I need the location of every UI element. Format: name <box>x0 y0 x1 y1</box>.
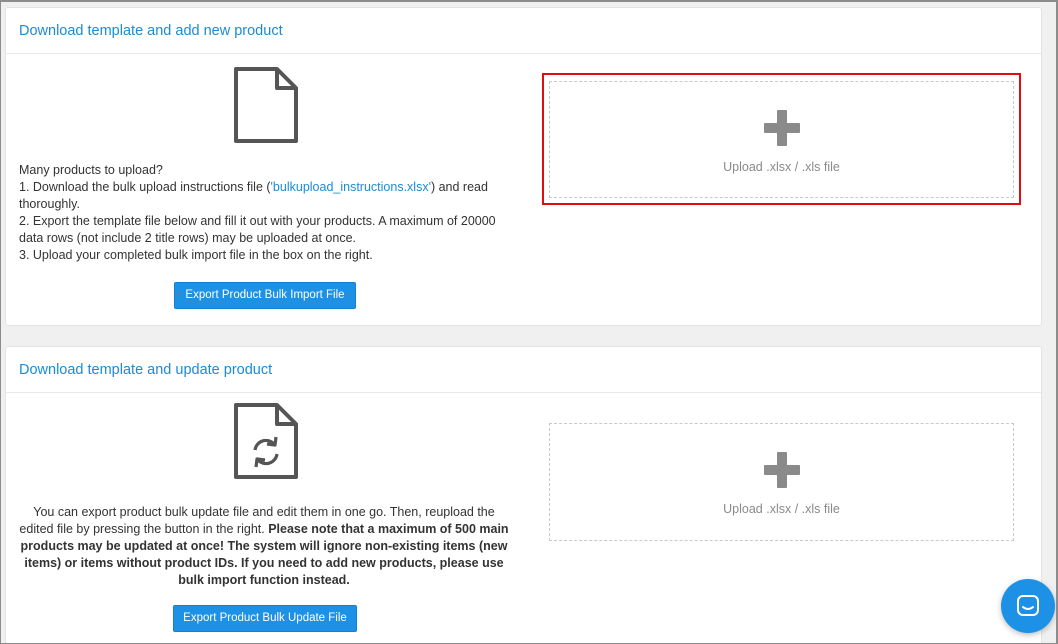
chat-icon <box>1017 595 1039 616</box>
update-product-upload-dropzone[interactable]: Upload .xlsx / .xls file <box>549 423 1014 541</box>
instructions-file-link[interactable]: 'bulkupload_instructions.xlsx' <box>271 180 431 194</box>
step-3: 3. Upload your completed bulk import fil… <box>19 248 373 262</box>
plus-icon <box>764 452 800 488</box>
file-refresh-icon <box>234 403 298 479</box>
update-product-title: Download template and update product <box>19 362 273 378</box>
step-2: 2. Export the template file below and fi… <box>19 214 496 245</box>
step-1: 1. Download the bulk upload instructions… <box>19 180 488 211</box>
update-product-description: You can export product bulk update file … <box>19 504 509 589</box>
new-product-upload-dropzone[interactable]: Upload .xlsx / .xls file <box>549 81 1014 198</box>
chat-button[interactable] <box>1001 579 1055 633</box>
update-product-header: Download template and update product <box>6 347 1041 393</box>
upload-label: Upload .xlsx / .xls file <box>723 502 840 516</box>
add-product-header: Download template and add new product <box>6 8 1041 54</box>
intro-text: Many products to upload? <box>19 163 163 177</box>
plus-icon <box>764 110 800 146</box>
add-product-instructions: Many products to upload? 1. Download the… <box>19 162 509 264</box>
file-icon <box>234 67 298 143</box>
add-product-title: Download template and add new product <box>19 23 283 39</box>
export-bulk-import-button[interactable]: Export Product Bulk Import File <box>174 282 356 309</box>
upload-label: Upload .xlsx / .xls file <box>723 160 840 174</box>
export-bulk-update-button[interactable]: Export Product Bulk Update File <box>173 605 357 632</box>
